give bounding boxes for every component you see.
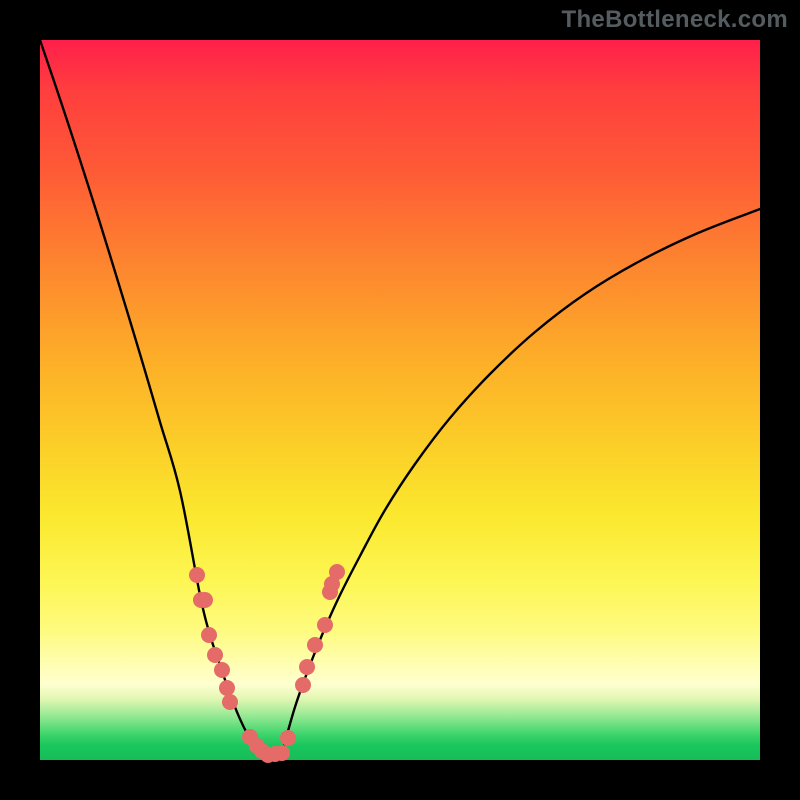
marker-dot [189,567,205,583]
marker-dot [307,637,323,653]
marker-dot [219,680,235,696]
marker-dot [222,694,238,710]
marker-dot [295,677,311,693]
chart-canvas: TheBottleneck.com [0,0,800,800]
marker-dot [280,730,296,746]
curve-layer [40,40,760,760]
plot-area [40,40,760,760]
marker-group [189,564,345,763]
marker-dot [317,617,333,633]
marker-dot [329,564,345,580]
right-curve [282,209,760,753]
marker-dot [207,647,223,663]
marker-dot [201,627,217,643]
watermark-text: TheBottleneck.com [562,6,788,34]
marker-dot [197,592,213,608]
left-curve [40,40,264,753]
marker-dot [299,659,315,675]
marker-dot [214,662,230,678]
marker-dot [274,745,290,761]
